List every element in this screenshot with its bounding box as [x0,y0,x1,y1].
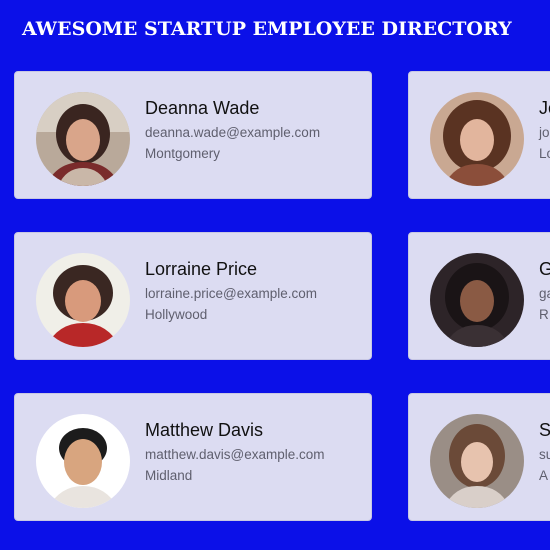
employee-name: Deanna Wade [145,98,260,118]
employee-email: su [539,447,550,462]
employee-card[interactable]: Lorraine Price lorraine.price@example.co… [14,232,372,360]
employee-name: Lorraine Price [145,259,258,279]
page-title: AWESOME STARTUP EMPLOYEE DIRECTORY [22,18,512,40]
employee-card[interactable]: Deanna Wade deanna.wade@example.com Mont… [14,71,372,199]
employee-city: Lo [539,146,550,161]
employee-card[interactable]: G ga R [408,232,550,360]
employee-card[interactable]: Jo jo Lo [408,71,550,199]
employee-card[interactable]: Matthew Davis matthew.davis@example.com … [14,393,372,521]
employee-city: Hollywood [145,307,208,322]
employee-email: ga [539,286,550,301]
employee-avatar [430,253,524,347]
employee-email: jo [539,125,550,140]
employee-city: R [539,307,549,322]
employee-email: lorraine.price@example.com [145,286,318,301]
directory-page: AWESOME STARTUP EMPLOYEE DIRECTORY Deann… [0,0,550,550]
employee-name: G [539,259,550,280]
employee-avatar [36,92,130,186]
employee-city: Midland [145,468,193,483]
employee-avatar [36,414,130,508]
employee-email: matthew.davis@example.com [145,447,325,462]
employee-email: deanna.wade@example.com [145,125,321,140]
employee-name: S [539,420,550,440]
employee-name: Jo [539,98,550,118]
employee-city: Montgomery [145,146,221,161]
employee-avatar [430,92,524,186]
employee-avatar [430,414,524,508]
employee-avatar [36,253,130,347]
employee-card[interactable]: S su A [408,393,550,521]
employee-city: A [539,468,549,483]
employee-name: Matthew Davis [145,420,264,440]
